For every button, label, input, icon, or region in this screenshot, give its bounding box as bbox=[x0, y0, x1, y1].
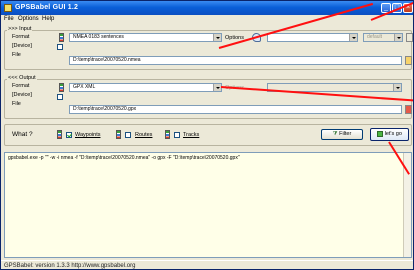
chevron-down-icon bbox=[349, 34, 357, 41]
chevron-down-icon bbox=[394, 34, 402, 41]
command-line-text: gpsbabel.exe -p "" -w -i nmea -f "D:\tem… bbox=[8, 155, 240, 161]
menu-help[interactable]: Help bbox=[42, 16, 54, 22]
input-file-label: File bbox=[12, 52, 21, 58]
input-format-icon bbox=[59, 33, 64, 42]
output-format-select[interactable]: GPX XML bbox=[69, 83, 222, 92]
tracks-icon bbox=[165, 130, 170, 139]
menu-bar: File Options Help bbox=[1, 15, 413, 25]
output-format-icon bbox=[59, 83, 64, 92]
input-extra-button[interactable] bbox=[406, 33, 413, 42]
routes-icon bbox=[116, 130, 121, 139]
output-format-label: Format bbox=[12, 83, 30, 89]
menu-file[interactable]: File bbox=[4, 16, 14, 22]
chevron-down-icon bbox=[393, 84, 401, 91]
output-device-label: [Device] bbox=[12, 92, 32, 98]
input-extra-select: default bbox=[363, 33, 403, 42]
input-charset-select[interactable] bbox=[267, 33, 358, 42]
output-legend: <<< Output bbox=[7, 75, 37, 81]
output-device-checkbox[interactable] bbox=[57, 94, 63, 100]
window-title: GPSBabel GUI 1.2 bbox=[15, 4, 79, 11]
input-format-select[interactable]: NMEA 0183 sentences bbox=[69, 33, 222, 42]
input-device-checkbox[interactable] bbox=[57, 44, 63, 50]
routes-checkbox[interactable] bbox=[125, 132, 131, 138]
filter-button[interactable]: ⧩ Filter bbox=[321, 129, 363, 140]
filter-icon: ⧩ bbox=[332, 131, 338, 137]
go-icon bbox=[377, 130, 384, 137]
command-output[interactable]: gpsbabel.exe -p "" -w -i nmea -f "D:\tem… bbox=[4, 152, 412, 258]
input-file-field[interactable]: D:\temp\trace\20070520.nmea bbox=[69, 56, 402, 65]
what-label: What ? bbox=[12, 131, 33, 138]
main-window: GPSBabel GUI 1.2 _ □ × File Options Help… bbox=[0, 0, 414, 270]
tracks-label[interactable]: Tracks bbox=[183, 132, 199, 138]
output-browse-icon[interactable] bbox=[405, 105, 412, 114]
status-text: GPSBabel: version 1.3.3 http://www.gpsba… bbox=[4, 263, 136, 269]
routes-label[interactable]: Routes bbox=[135, 132, 152, 138]
chevron-down-icon bbox=[213, 34, 221, 41]
menu-options[interactable]: Options bbox=[18, 16, 39, 22]
output-file-field[interactable]: D:\temp\trace\20070520.gpx bbox=[69, 105, 402, 114]
input-browse-icon[interactable] bbox=[405, 56, 412, 65]
chevron-down-icon bbox=[213, 84, 221, 91]
app-icon bbox=[4, 4, 12, 12]
input-device-label: [Device] bbox=[12, 43, 32, 49]
waypoints-checkbox[interactable] bbox=[66, 132, 72, 138]
tracks-checkbox[interactable] bbox=[174, 132, 180, 138]
status-bar: GPSBabel: version 1.3.3 http://www.gpsba… bbox=[1, 260, 413, 269]
go-button[interactable]: let's go bbox=[370, 128, 409, 141]
input-format-label: Format bbox=[12, 34, 30, 40]
output-file-label: File bbox=[12, 101, 21, 107]
input-legend: >>> Input bbox=[7, 26, 33, 32]
waypoints-icon bbox=[57, 130, 62, 139]
waypoints-label[interactable]: Waypoints bbox=[75, 132, 100, 138]
